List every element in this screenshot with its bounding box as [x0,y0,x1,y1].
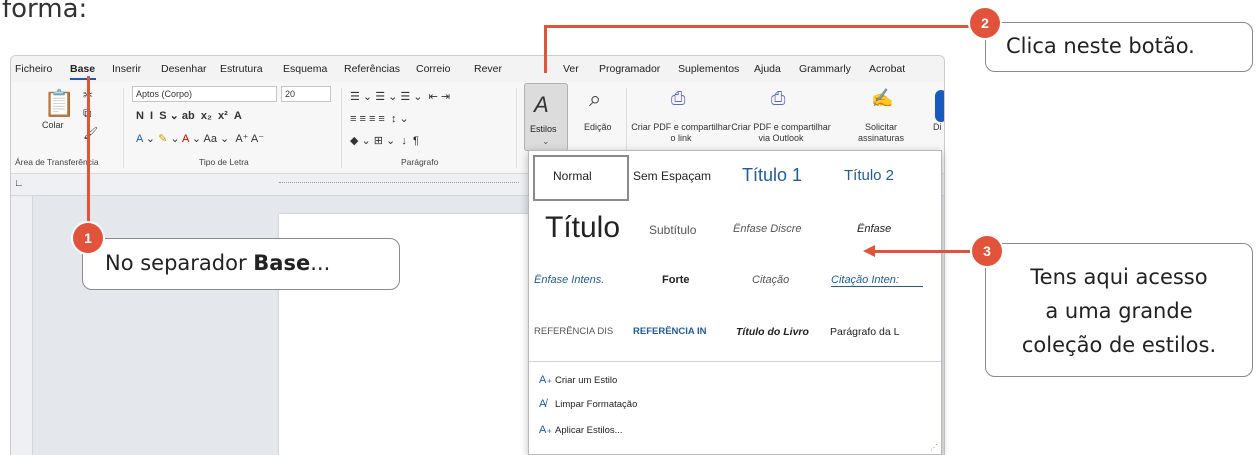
style-intense-quote[interactable]: Citação Inten: [831,274,923,287]
tab-rever[interactable]: Rever [474,63,502,75]
style-quote[interactable]: Citação [752,274,832,286]
tab-ver[interactable]: Ver [563,63,579,75]
styles-icon: A [534,92,549,117]
style-title[interactable]: Título [545,211,637,245]
style-subtitle[interactable]: Subtítulo [649,223,739,237]
clear-formatting-icon: A̸ [539,398,547,410]
style-heading-1[interactable]: Título 1 [742,165,842,186]
tab-base[interactable]: Base [70,63,95,75]
ribbon-separator [123,88,124,168]
tab-desenhar[interactable]: Desenhar [161,63,207,75]
style-no-spacing[interactable]: Sem Espaçam [633,169,733,183]
signature-icon[interactable]: ✍ [871,88,893,109]
callout-1-text: No separador Base... [105,251,331,275]
connector-line-2-vertical [544,25,547,73]
arrow-head-icon [863,245,875,257]
tab-ficheiro[interactable]: Ficheiro [15,63,52,75]
paste-label[interactable]: Colar [42,120,64,130]
panel-divider [529,361,941,362]
font-name-select[interactable]: Aptos (Corpo) [132,86,277,102]
connector-line-1 [87,76,90,231]
editing-label[interactable]: Edição [584,122,612,132]
connector-line-2-horizontal [544,25,984,28]
ruler-scale [279,182,519,188]
style-normal[interactable]: Normal [553,169,592,183]
styles-button[interactable]: A Estilos ⌄ [524,83,568,151]
shading-border-buttons[interactable]: ◆ ⌄ ⊞ ⌄ ↓ ¶ [350,134,419,147]
callout-step-1: No separador Base... [82,238,400,290]
style-emphasis[interactable]: Ênfase [857,223,937,235]
callout-step-3: Tens aqui acesso a uma grande coleção de… [985,243,1253,377]
search-icon[interactable]: ⌕ [589,86,601,112]
font-format-buttons[interactable]: N I S ⌄ ab x₂ x² A [136,109,242,122]
create-style-icon: A₊ [539,374,553,386]
tab-esquema[interactable]: Esquema [283,63,327,75]
style-intense-reference[interactable]: REFERÊNCIA IN [633,326,730,337]
pdf-link-icon[interactable]: ⎙ [671,88,685,109]
pdf-outlook-icon[interactable]: ⎙ [771,88,785,109]
step-badge-3: 3 [972,236,1002,266]
style-subtle-emphasis[interactable]: Ênfase Discre [733,223,833,235]
font-size-select[interactable]: 20 [281,86,331,102]
chevron-down-icon: ⌄ [542,136,550,146]
callout-2-text: Clica neste botão. [1006,34,1195,58]
tab-referencias[interactable]: Referências [344,63,400,75]
resize-grip-icon[interactable]: ⋰ [930,443,938,452]
callout-step-2: Clica neste botão. [985,22,1253,72]
tab-inserir[interactable]: Inserir [112,63,141,75]
connector-line-3 [875,250,985,253]
tab-suplementos[interactable]: Suplementos [678,63,739,75]
tab-programador[interactable]: Programador [599,63,660,75]
step-badge-2: 2 [970,8,1000,38]
apply-styles-item[interactable]: A₊ Aplicar Estilos... [539,423,623,436]
tab-stop-icon[interactable]: ∟ [14,178,24,189]
intro-text: forma: [2,0,88,24]
style-intense-emphasis[interactable]: Ênfase Intens. [534,274,632,286]
ribbon-separator [341,88,342,168]
step-badge-1: 1 [73,223,103,253]
list-buttons[interactable]: ☰ ⌄ ☰ ⌄ ☰ ⌄ ⇤ ⇥ [350,90,450,103]
apply-styles-icon: A₊ [539,424,553,436]
pdf-link-label[interactable]: Criar PDF e compartilhar o link [631,122,731,144]
callout-3-text: Tens aqui acesso a uma grande coleção de… [1021,265,1217,357]
paragraph-group-label: Parágrafo [401,157,439,167]
tab-grammarly[interactable]: Grammarly [799,63,851,75]
clear-formatting-item[interactable]: A̸ Limpar Formatação [539,398,637,410]
tab-correio[interactable]: Correio [416,63,450,75]
pdf-outlook-label[interactable]: Criar PDF e compartilhar via Outlook [731,122,831,144]
format-painter-icon[interactable]: 🖌 [83,126,98,140]
style-subtle-reference[interactable]: REFERÊNCIA DIS [534,326,632,337]
style-heading-2[interactable]: Título 2 [844,167,940,184]
style-strong[interactable]: Forte [662,274,732,286]
alignment-buttons[interactable]: ≡ ≡ ≡ ≡ ↕ ⌄ [350,112,409,125]
microphone-icon[interactable] [935,90,944,122]
styles-button-label: Estilos [530,124,557,134]
signatures-label[interactable]: Solicitar assinaturas [841,122,921,144]
create-style-item[interactable]: A₊ Criar um Estilo [539,373,617,386]
style-book-title[interactable]: Título do Livro [736,326,830,338]
vertical-ruler [11,196,33,455]
menu-bar: Ficheiro Base Inserir Desenhar Estrutura… [11,56,944,82]
active-tab-indicator [70,78,96,80]
tab-ajuda[interactable]: Ajuda [754,63,781,75]
styles-gallery: Normal Sem Espaçam Título 1 Título 2 Tít… [528,150,942,455]
font-group-label: Tipo de Letra [199,157,249,167]
font-color-buttons[interactable]: A ⌄ ✎ ⌄ A ⌄ Aa ⌄ A⁺ A⁻ [136,132,264,145]
dictate-label[interactable]: Di [933,122,942,132]
paste-icon[interactable]: 📋 [43,88,75,119]
tab-estrutura[interactable]: Estrutura [220,63,263,75]
style-list-paragraph[interactable]: Parágrafo da L [830,326,934,338]
ribbon-separator [516,88,517,168]
tab-acrobat[interactable]: Acrobat [869,63,905,75]
